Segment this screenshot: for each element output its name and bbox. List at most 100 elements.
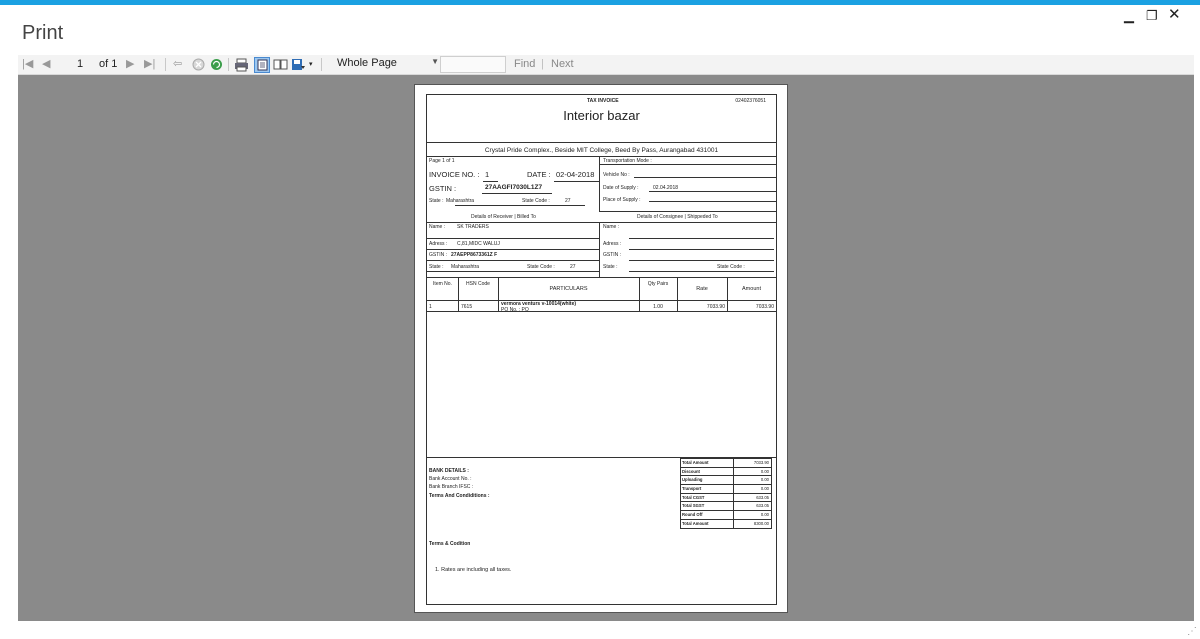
doc-number: 02402376051 [735,98,766,104]
invoice-date: 02-04-2018 [556,170,595,179]
page-count-label: of 1 [99,58,118,70]
col-amount: Amount [742,286,761,292]
underline [634,177,776,178]
bank-heading: BANK DETAILS : [429,468,469,474]
receiver-state-code-label: State Code : [527,264,555,270]
totals-row: Transport 0.00 [680,485,772,494]
stop-icon[interactable] [191,57,206,72]
col-rate: Rate [696,286,708,292]
underline [483,181,498,182]
divider [498,277,499,311]
report-viewer[interactable]: TAX INVOICE 02402376051 Interior bazar C… [18,75,1194,621]
shop-address: Crystal Pride Complex., Beside MIT Colle… [484,147,719,154]
toolbar-divider [321,58,322,71]
restore-icon[interactable]: ❐ [1146,8,1158,24]
terms-heading: Terms And Condiditions : [429,493,490,499]
divider [458,277,459,311]
refresh-icon[interactable] [209,57,224,72]
divider [427,277,776,278]
doc-type: TAX INVOICE [587,98,619,104]
date-label: DATE : [527,170,551,179]
chevron-down-icon[interactable]: ▼ [431,57,439,66]
last-page-icon[interactable]: ▶| [144,57,155,72]
totals-row: Discount 0.00 [680,467,772,477]
receiver-state-label: State : [429,264,444,270]
report-toolbar: |◀ ◀ of 1 ▶ ▶| ⇦ ▾ Whole Page ▼ Find | N… [18,55,1194,75]
bank-branch: Bank Branch IFSC : [429,484,474,490]
item-qty: 1.00 [653,304,663,310]
export-icon[interactable] [291,57,306,72]
totals-row: Total SGST 633.05 [680,502,772,512]
item-po: PO No. : PO [501,307,529,313]
receiver-name-label: Name : [429,224,446,230]
tax-invoice: TAX INVOICE 02402376051 Interior bazar C… [426,94,777,605]
divider [599,211,776,212]
consignee-state-code-label: State Code : [717,264,745,270]
next-link[interactable]: Next [551,57,574,72]
shop-name: Interior bazar [563,108,640,123]
underline [629,260,774,261]
terms-subheading: Terms & Codition [429,541,471,547]
divider [427,260,599,261]
underline [629,249,774,250]
item-amount: 7033.90 [755,304,774,310]
totals-row: Uploading 0.00 [680,476,772,486]
divider [427,311,776,312]
consignee-gstin-label: GSTIN : [603,252,622,258]
receiver-heading: Details of Receiver | Billed To [471,214,536,220]
divider [427,271,599,272]
zoom-value: Whole Page [337,57,397,69]
item-rate: 7033.90 [706,304,725,310]
find-link[interactable]: Find [514,57,535,72]
underline [455,205,585,206]
receiver-gstin-label: GSTIN : [429,252,448,258]
totals-row: Total Amount 7033.90 [680,458,772,468]
zoom-select[interactable]: Whole Page ▼ [331,56,439,72]
close-icon[interactable]: ✕ [1168,5,1181,23]
col-hsn: HSN Code [466,281,490,287]
back-icon[interactable]: ⇦ [173,57,182,72]
terms-line: 1. Rates are including all taxes. [435,567,512,573]
divider [427,300,776,301]
divider [427,238,599,239]
vehicle-label: Vehicle No : [603,172,630,178]
underline [629,271,774,272]
col-particulars: PARTICULARS [549,286,588,292]
invoice-no: 1 [485,170,490,179]
totals-box: Total Amount 7033.90 Discount 0.00 Uploadi… [680,458,772,529]
divider [599,222,600,277]
minimize-icon[interactable]: ▁ [1124,8,1134,24]
divider [427,142,776,143]
state-code-label: State Code : [522,198,550,204]
receiver-address: C,81,MIDC WALUJ [457,241,500,247]
next-page-icon[interactable]: ▶ [126,57,134,72]
receiver-name: SK TRADERS [457,224,489,230]
resize-grip-icon[interactable]: ⋰ [1187,626,1197,637]
underline [629,238,774,239]
page-setup-icon[interactable] [273,57,288,72]
underline [482,193,552,194]
divider [677,277,678,311]
window-accent-bar [0,0,1200,5]
state-code-value: 27 [565,198,571,204]
divider [427,222,776,223]
export-dropdown-icon[interactable]: ▾ [309,57,313,72]
consignee-state-label: State : [603,264,618,270]
receiver-state-code: 27 [570,264,576,270]
toolbar-divider [165,58,166,71]
print-icon[interactable] [234,57,249,72]
find-input[interactable] [440,56,506,73]
report-page: TAX INVOICE 02402376051 Interior bazar C… [414,84,788,613]
divider [599,164,776,165]
first-page-icon[interactable]: |◀ [22,57,33,72]
print-layout-icon[interactable] [254,57,270,73]
toolbar-divider [228,58,229,71]
gstin-label: GSTIN : [429,184,457,193]
divider [427,156,776,157]
divider [427,249,599,250]
previous-page-icon[interactable]: ◀ [42,57,50,72]
find-separator: | [541,58,544,70]
receiver-address-label: Adress : [429,241,448,247]
window-title: Print [22,22,64,44]
col-qty: Qty Pairs [647,281,669,287]
